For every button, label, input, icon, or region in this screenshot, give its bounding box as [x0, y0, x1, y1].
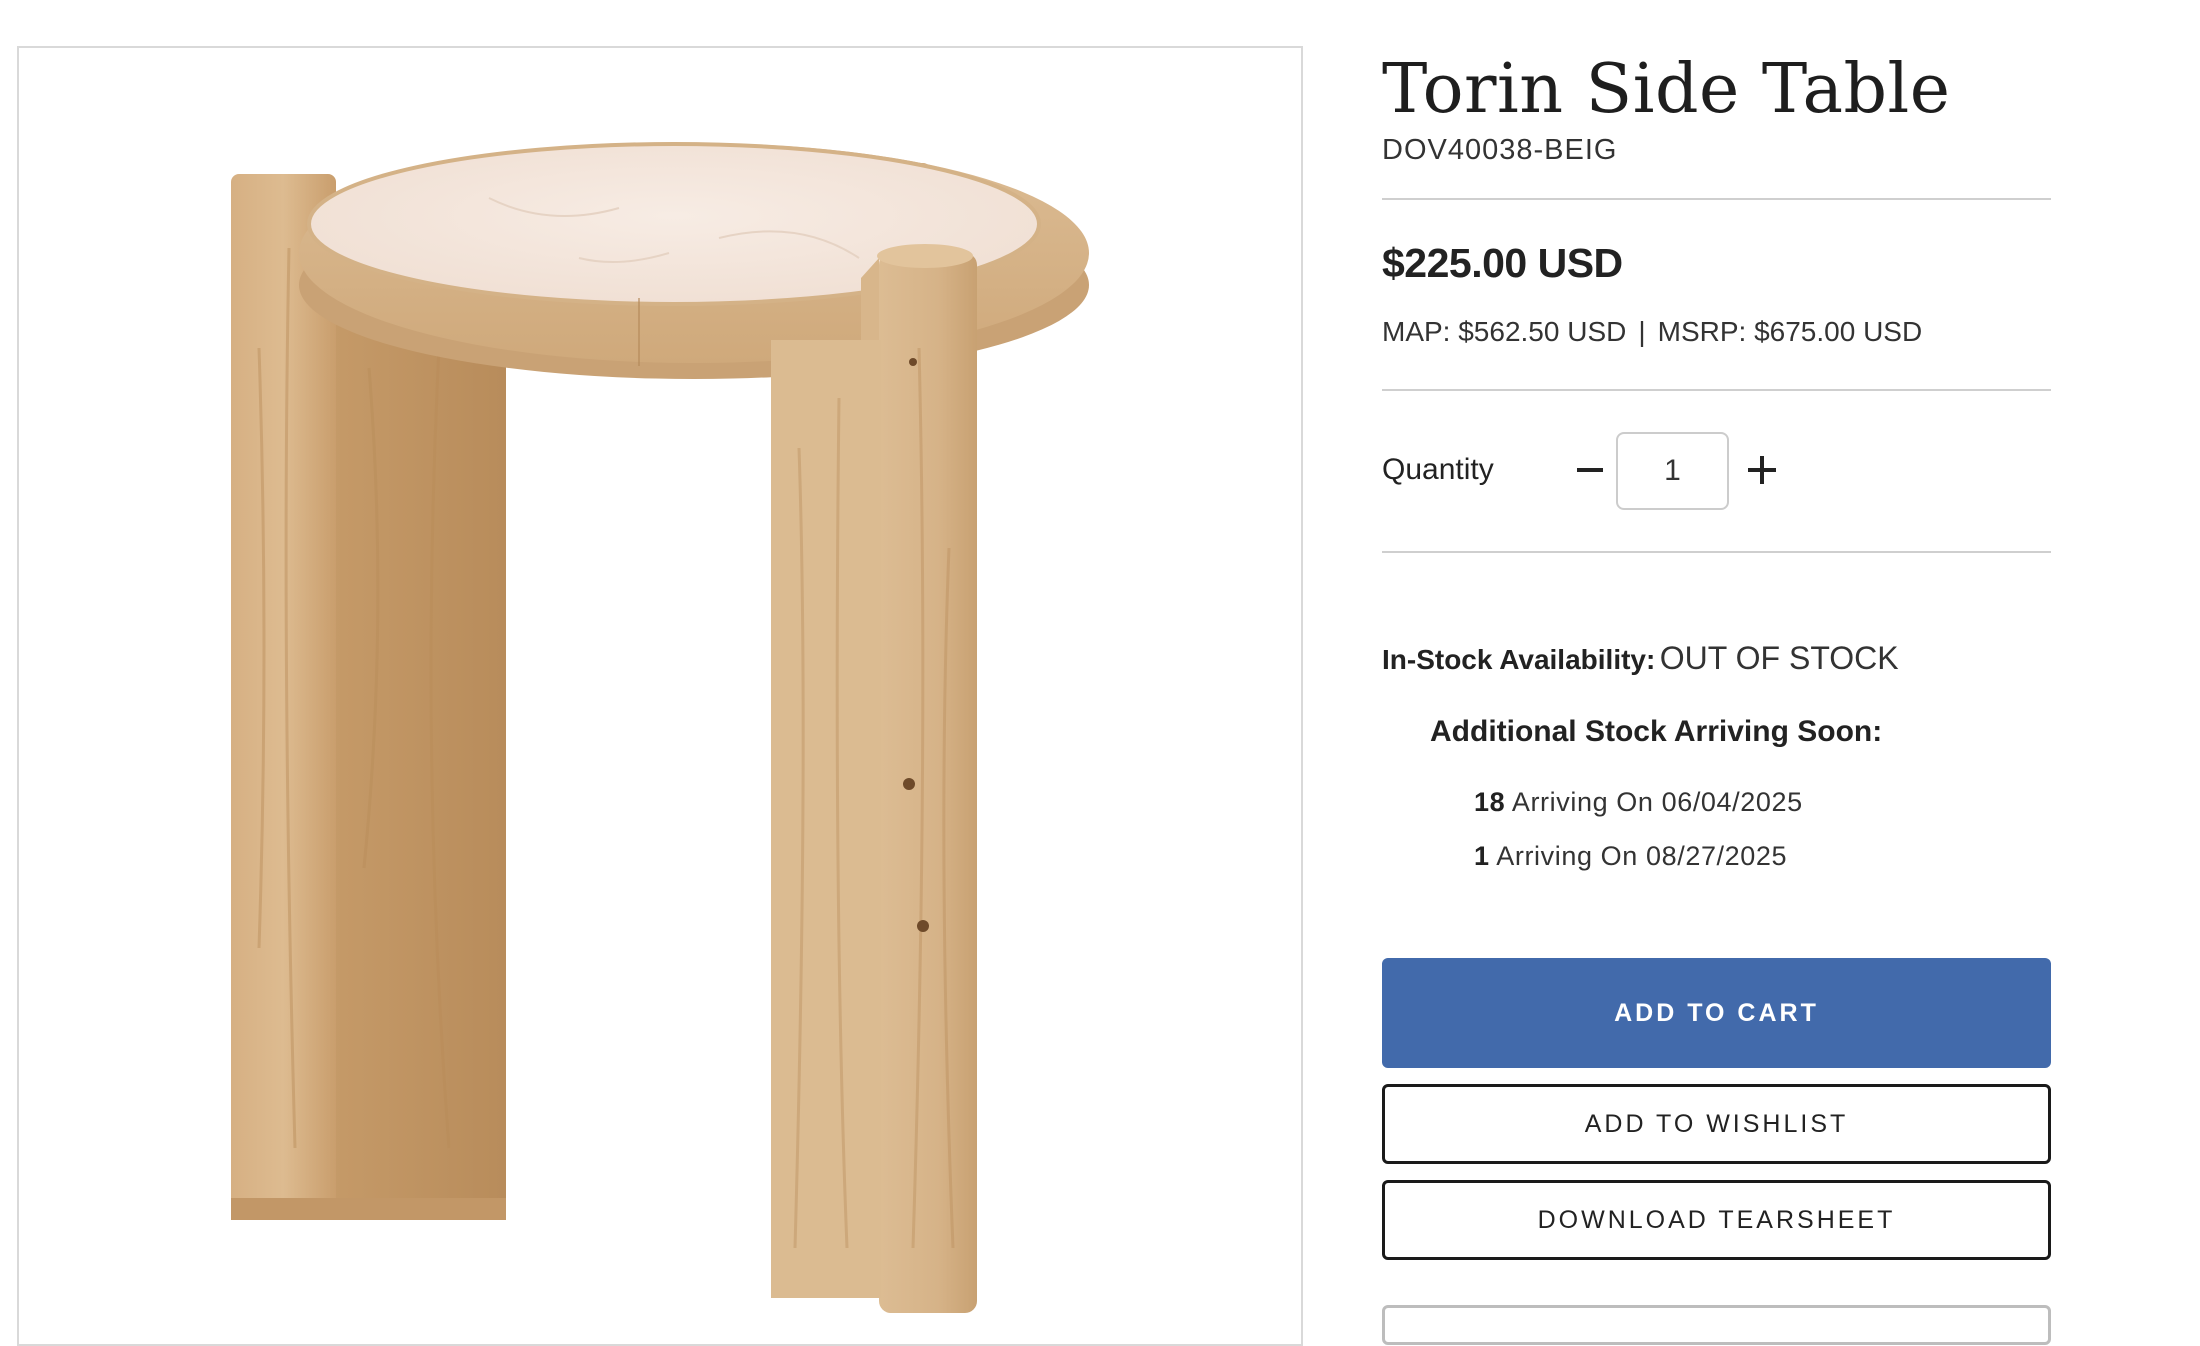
divider [1382, 198, 2051, 200]
product-title: Torin Side Table [1382, 50, 1951, 129]
quantity-label: Quantity [1382, 453, 1494, 486]
arrival-item: 1 Arriving On 08/27/2025 [1474, 841, 1787, 872]
plus-icon [1748, 456, 1776, 484]
additional-action-button[interactable] [1382, 1305, 2051, 1345]
add-to-wishlist-button[interactable]: ADD TO WISHLIST [1382, 1084, 2051, 1164]
product-image[interactable] [19, 48, 1303, 1346]
arrival-item: 18 Arriving On 06/04/2025 [1474, 787, 1803, 818]
quantity-decrease-button[interactable] [1560, 432, 1620, 508]
add-to-cart-button[interactable]: ADD TO CART [1382, 958, 2051, 1068]
download-tearsheet-button[interactable]: DOWNLOAD TEARSHEET [1382, 1180, 2051, 1260]
minus-icon [1577, 468, 1603, 472]
arrival-date: Arriving On 08/27/2025 [1496, 841, 1788, 871]
product-price: $225.00 USD [1382, 240, 1623, 286]
map-msrp-line: MAP: $562.50 USD | MSRP: $675.00 USD [1382, 316, 1922, 348]
map-price: MAP: $562.50 USD [1382, 316, 1627, 347]
divider [1382, 389, 2051, 391]
quantity-increase-button[interactable] [1732, 432, 1792, 508]
price-separator: | [1638, 316, 1646, 347]
arrival-quantity: 18 [1474, 787, 1506, 817]
product-image-frame[interactable] [17, 46, 1303, 1346]
availability-status: OUT OF STOCK [1659, 640, 1899, 676]
msrp-price: MSRP: $675.00 USD [1657, 316, 1923, 347]
availability-label: In-Stock Availability: [1382, 644, 1656, 675]
product-sku: DOV40038-BEIG [1382, 134, 1618, 166]
arriving-soon-title: Additional Stock Arriving Soon: [1430, 715, 1883, 748]
table-leg-right [771, 244, 977, 1313]
divider [1382, 551, 2051, 553]
arrival-date: Arriving On 06/04/2025 [1511, 787, 1803, 817]
arrival-quantity: 1 [1474, 841, 1490, 871]
availability-line: In-Stock Availability: OUT OF STOCK [1382, 640, 1899, 677]
quantity-input[interactable] [1616, 432, 1729, 510]
